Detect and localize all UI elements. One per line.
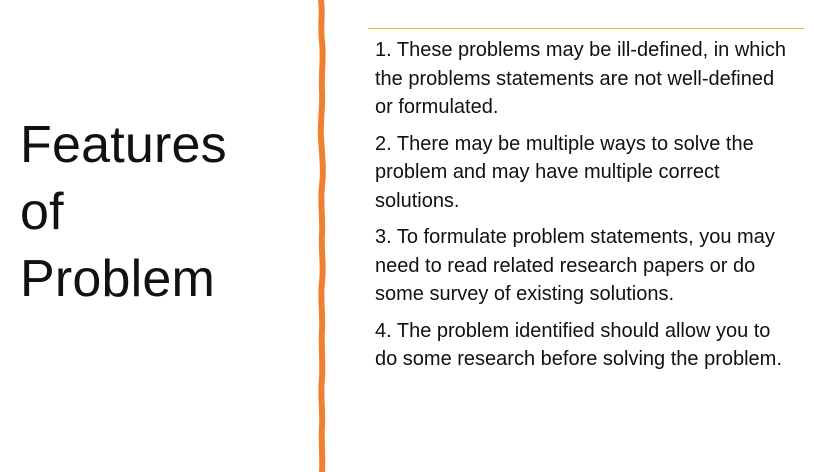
point-3: 3. To formulate problem statements, you … — [375, 226, 775, 305]
content-list: 1. These problems may be ill-defined, in… — [375, 36, 795, 382]
slide: Features of Problem 1. These problems ma… — [0, 0, 814, 472]
point-4: 4. The problem identified should allow y… — [375, 319, 782, 371]
top-rule — [368, 28, 804, 29]
vertical-divider — [317, 0, 326, 472]
title-line: Problem — [20, 250, 216, 308]
title-line: Features — [20, 116, 227, 174]
title-line: of — [20, 183, 64, 241]
slide-title: Features of Problem — [20, 112, 300, 313]
point-1: 1. These problems may be ill-defined, in… — [375, 39, 786, 118]
point-2: 2. There may be multiple ways to solve t… — [375, 132, 754, 212]
